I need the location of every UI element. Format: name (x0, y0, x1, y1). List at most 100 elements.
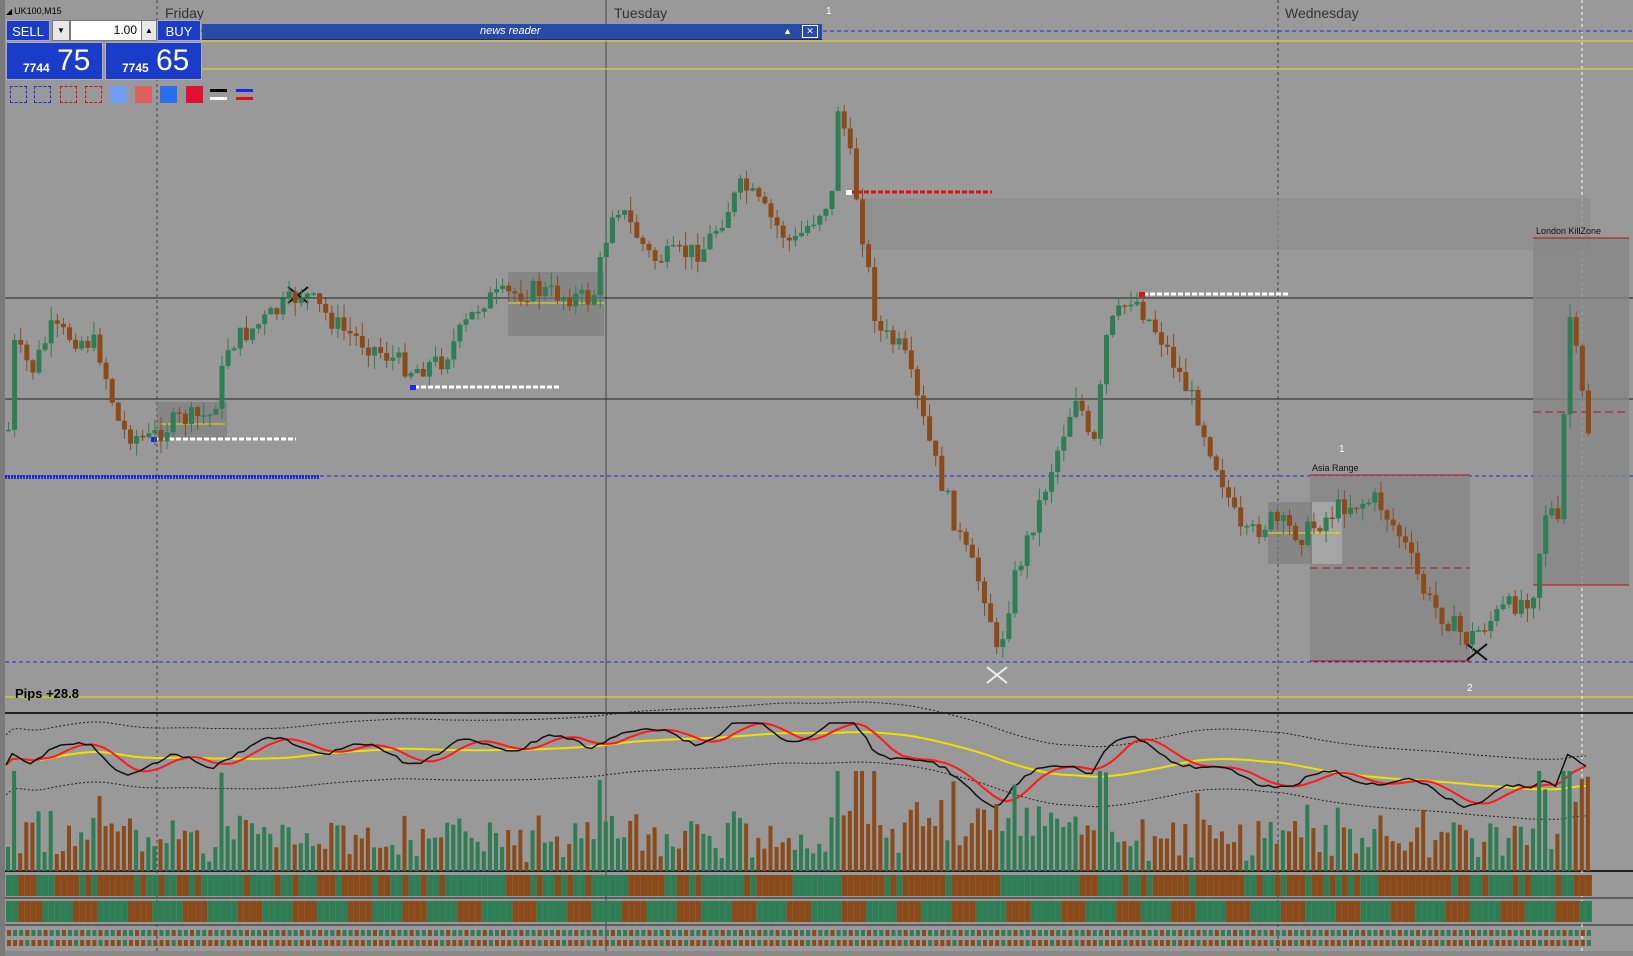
blue-dashed-rect-icon[interactable] (34, 86, 51, 103)
strip-dot (714, 940, 719, 946)
volume-input[interactable]: 1.00 (70, 20, 142, 41)
white-black-lines-icon[interactable] (210, 86, 227, 103)
strip-dot (214, 930, 219, 936)
strip-dot (1410, 940, 1414, 946)
strip-dot (1544, 940, 1549, 946)
volume-bar (378, 847, 383, 871)
volume-bar (1030, 835, 1035, 871)
candle-body (951, 490, 957, 531)
volume-bar (1573, 801, 1578, 871)
volume-bar (262, 827, 267, 871)
strip-cell (329, 875, 336, 896)
volume-bar (103, 826, 108, 871)
volume-bar (908, 809, 913, 871)
red-dashed-rect-icon[interactable] (60, 86, 77, 103)
strip-dot (1355, 930, 1360, 936)
candle-body (304, 293, 310, 298)
strip-dot (1098, 940, 1103, 946)
strip-dot (854, 930, 859, 936)
strip-cell (121, 901, 128, 922)
red-dashed-rect-icon[interactable] (85, 86, 102, 103)
volume-bar (927, 817, 932, 871)
strip-cell (597, 875, 604, 896)
strip-dot (879, 940, 884, 946)
strip-dot (1044, 930, 1048, 936)
candle-body (689, 244, 695, 258)
candle-body (975, 557, 981, 582)
strip-dot (726, 940, 731, 946)
sell-button[interactable]: SELL (6, 20, 50, 41)
strip-dot (373, 930, 377, 936)
blue-red-lines-icon[interactable] (236, 86, 253, 103)
strip-cell (1158, 875, 1165, 896)
candle-body (884, 330, 890, 332)
volume-bar (683, 830, 688, 871)
light-blue-square-icon[interactable] (110, 86, 127, 103)
strip-cell (189, 901, 195, 922)
candle-body (115, 402, 121, 421)
candle-body (243, 327, 249, 341)
buy-price-button[interactable]: 7745 65 (105, 42, 202, 80)
strip-dot (19, 940, 24, 946)
volume-bar (914, 802, 919, 871)
collapse-icon[interactable]: ▲ (783, 24, 792, 39)
strip-cell (768, 901, 775, 922)
chart-canvas[interactable] (0, 0, 1633, 956)
strip-dot (732, 940, 737, 946)
candle-body (176, 412, 182, 414)
close-icon[interactable]: ✕ (802, 25, 818, 38)
strip-dot (318, 940, 323, 946)
sell-price-button[interactable]: 7744 75 (6, 42, 103, 80)
strip-cell (1183, 901, 1190, 922)
blue-square-icon[interactable] (160, 86, 177, 103)
strip-dot (403, 940, 408, 946)
blue-dashed-rect-icon[interactable] (10, 86, 27, 103)
strip-cell (475, 875, 482, 896)
strip-dot (1141, 930, 1146, 936)
volume-bar (805, 848, 810, 871)
strip-cell (219, 901, 226, 922)
strip-cell (872, 875, 879, 896)
volume-decrease-button[interactable]: ▼ (52, 20, 70, 41)
red-square-icon[interactable] (186, 86, 203, 103)
candle-body (1579, 345, 1585, 391)
candle-body (1012, 570, 1018, 614)
strip-cell (1116, 875, 1123, 896)
candle-body (768, 203, 774, 218)
volume-bar (1085, 825, 1090, 871)
strip-cell (1360, 901, 1367, 922)
candle-body (439, 356, 445, 370)
strip-dot (629, 930, 634, 936)
candle-body (805, 226, 811, 233)
volume-increase-button[interactable]: ▲ (141, 20, 157, 41)
strip-cell (835, 875, 842, 896)
strip-cell (866, 901, 873, 922)
strip-dot (1111, 930, 1116, 936)
strip-cell (250, 875, 256, 896)
one-click-trading-panel: SELL ▼ 1.00 ▲ BUY 7744 75 7745 65 (6, 20, 202, 80)
strip-dot (751, 930, 756, 936)
strip-dot (641, 940, 646, 946)
buy-button[interactable]: BUY (157, 20, 201, 41)
strip-dot (495, 940, 499, 946)
volume-bar (1049, 812, 1054, 871)
light-red-square-icon[interactable] (135, 86, 152, 103)
strip-dot (43, 940, 48, 946)
strip-dot (1318, 940, 1323, 946)
strip-dot (537, 930, 542, 936)
volume-bar (128, 818, 132, 871)
strip-cell (1018, 901, 1025, 922)
candle-body (372, 346, 377, 356)
news-reader-bar[interactable]: news reader ▲ ✕ (202, 24, 822, 40)
candle-body (481, 308, 487, 312)
strip-dot (13, 940, 18, 946)
candle-body (902, 338, 908, 351)
volume-bar (1274, 843, 1279, 871)
candle-body (158, 430, 164, 442)
strip-cell (128, 901, 134, 922)
strip-dot (452, 940, 457, 946)
strip-cell (170, 901, 177, 922)
strip-cell (1055, 875, 1062, 896)
strip-cell (1500, 901, 1507, 922)
strip-cell (1091, 901, 1098, 922)
